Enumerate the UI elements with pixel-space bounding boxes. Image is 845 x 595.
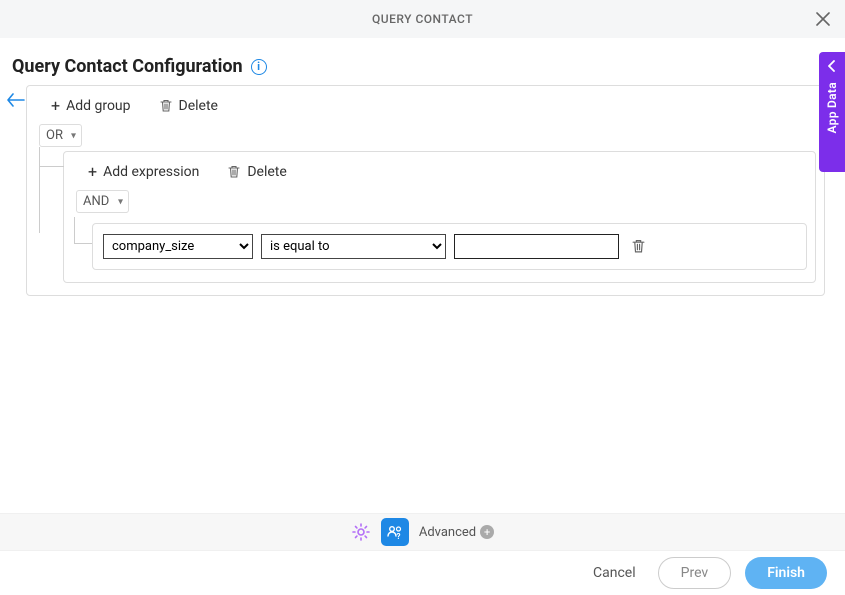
plus-circle-icon: + <box>480 525 494 539</box>
value-input[interactable] <box>454 234 619 259</box>
cancel-button[interactable]: Cancel <box>585 559 644 587</box>
modal-header: QUERY CONTACT <box>0 0 845 38</box>
close-icon[interactable] <box>811 7 835 31</box>
delete-inner-group-button[interactable]: Delete <box>227 164 286 180</box>
condition-group-inner: + Add expression Delete AND <box>63 151 816 283</box>
chevron-left-icon <box>827 60 837 72</box>
svg-text:?: ? <box>396 532 400 541</box>
query-contact-step-icon[interactable]: ? <box>381 518 409 546</box>
delete-expression-icon[interactable] <box>631 239 646 254</box>
back-arrow-icon[interactable] <box>6 91 26 109</box>
plus-icon: + <box>88 164 97 180</box>
delete-group-button[interactable]: Delete <box>159 98 218 114</box>
advanced-label: Advanced <box>419 525 476 540</box>
page-title: Query Contact Configuration <box>12 56 243 77</box>
delete-group-label: Delete <box>179 98 218 114</box>
add-group-label: Add group <box>66 98 130 114</box>
condition-group-outer: + Add group Delete OR <box>26 85 825 296</box>
wizard-footer: Cancel Prev Finish <box>0 551 845 595</box>
logic-operator-outer-select[interactable]: OR <box>39 124 82 147</box>
prev-button[interactable]: Prev <box>658 557 732 589</box>
gear-icon[interactable] <box>351 522 371 542</box>
trash-icon <box>227 165 241 179</box>
plus-icon: + <box>51 98 60 114</box>
add-expression-label: Add expression <box>103 164 199 180</box>
finish-button[interactable]: Finish <box>745 557 827 589</box>
trash-icon <box>159 99 173 113</box>
app-data-label: App Data <box>825 82 839 133</box>
app-data-panel-toggle[interactable]: App Data <box>819 52 845 172</box>
info-icon[interactable]: i <box>251 59 267 75</box>
add-expression-button[interactable]: + Add expression <box>88 164 199 180</box>
delete-inner-group-label: Delete <box>247 164 286 180</box>
add-group-button[interactable]: + Add group <box>51 98 131 114</box>
field-select[interactable]: company_size <box>103 234 253 259</box>
logic-operator-inner-select[interactable]: AND <box>76 190 129 213</box>
page-title-row: Query Contact Configuration i <box>12 56 825 77</box>
step-toolbar: ? Advanced + <box>0 513 845 551</box>
operator-select[interactable]: is equal to <box>261 234 446 259</box>
expression-row: company_size is equal to <box>92 223 807 270</box>
modal-title: QUERY CONTACT <box>372 12 473 26</box>
advanced-toggle[interactable]: Advanced + <box>419 525 494 540</box>
